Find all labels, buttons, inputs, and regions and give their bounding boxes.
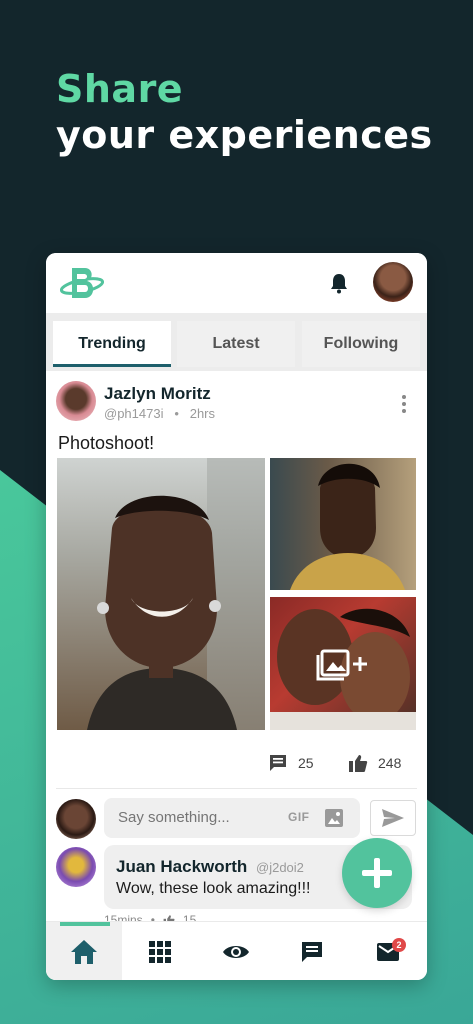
- post-caption: Photoshoot!: [58, 433, 155, 453]
- eye-icon: [223, 945, 249, 958]
- nav-watch[interactable]: [198, 922, 274, 980]
- chat-icon: [302, 941, 322, 962]
- comments-count[interactable]: 25: [268, 750, 314, 776]
- post-meta: @ph1473i • 2hrs: [104, 406, 215, 421]
- nav-apps[interactable]: [122, 922, 198, 980]
- phone-screen: Trending Latest Following Jazlyn Moritz …: [46, 253, 427, 980]
- post-photo-main[interactable]: [57, 458, 265, 730]
- comment-composer: GIF: [46, 797, 427, 843]
- comment-author-avatar[interactable]: [56, 847, 96, 887]
- feed-tabs: Trending Latest Following: [46, 313, 427, 371]
- add-photo-overlay[interactable]: [270, 597, 416, 730]
- divider: [56, 788, 417, 789]
- comment-icon: [270, 755, 286, 771]
- post-engagement: 25 248: [46, 750, 427, 776]
- top-bar: [46, 253, 427, 313]
- post-author-handle: @ph1473i: [104, 406, 164, 421]
- composer-avatar: [56, 799, 96, 839]
- likes-count[interactable]: 248: [348, 750, 401, 776]
- post-header: Jazlyn Moritz @ph1473i • 2hrs: [56, 381, 416, 425]
- thumbs-up-icon: [349, 755, 368, 772]
- nav-home[interactable]: [46, 922, 122, 980]
- comment-text: Wow, these look amazing!!!: [116, 880, 311, 897]
- post-photo-top-right[interactable]: [270, 458, 416, 590]
- send-icon: [382, 809, 404, 827]
- comment-input-box[interactable]: GIF: [104, 798, 360, 838]
- tab-following[interactable]: Following: [302, 321, 420, 367]
- add-image-icon: [316, 649, 367, 680]
- nav-mail[interactable]: 2: [350, 922, 426, 980]
- post-photo-bottom-right[interactable]: [270, 597, 416, 730]
- headline-line-1: Share: [56, 67, 184, 111]
- plus-icon: [362, 858, 392, 888]
- bottom-navigation: 2: [46, 921, 427, 980]
- gif-button[interactable]: GIF: [288, 810, 310, 824]
- more-options-icon[interactable]: [402, 395, 406, 413]
- post-meta-separator: •: [174, 406, 179, 421]
- nav-chat[interactable]: [274, 922, 350, 980]
- post-time: 2hrs: [189, 406, 216, 421]
- headline-line-2: your experiences: [56, 113, 433, 157]
- create-post-button[interactable]: [342, 838, 412, 908]
- headline: Share your experiences: [56, 66, 433, 158]
- comment-input[interactable]: [118, 809, 278, 826]
- current-user-avatar[interactable]: [373, 262, 413, 302]
- mail-badge: 2: [392, 938, 406, 952]
- home-icon: [71, 939, 97, 964]
- post-author-avatar[interactable]: [56, 381, 96, 421]
- likes-count-value: 248: [378, 755, 402, 771]
- comments-count-value: 25: [298, 755, 314, 771]
- tab-trending[interactable]: Trending: [53, 321, 171, 367]
- post-author-name[interactable]: Jazlyn Moritz: [104, 384, 211, 404]
- image-icon[interactable]: [324, 808, 344, 828]
- post-photo-grid: [57, 458, 416, 730]
- comment-author-handle: @j2doi2: [256, 860, 304, 875]
- send-button[interactable]: [370, 800, 416, 836]
- comment-author-name[interactable]: Juan Hackworth: [116, 857, 247, 877]
- grid-icon: [149, 940, 171, 963]
- bell-icon[interactable]: [329, 272, 349, 294]
- tab-latest[interactable]: Latest: [177, 321, 295, 367]
- brand-b-logo-icon[interactable]: [60, 265, 104, 301]
